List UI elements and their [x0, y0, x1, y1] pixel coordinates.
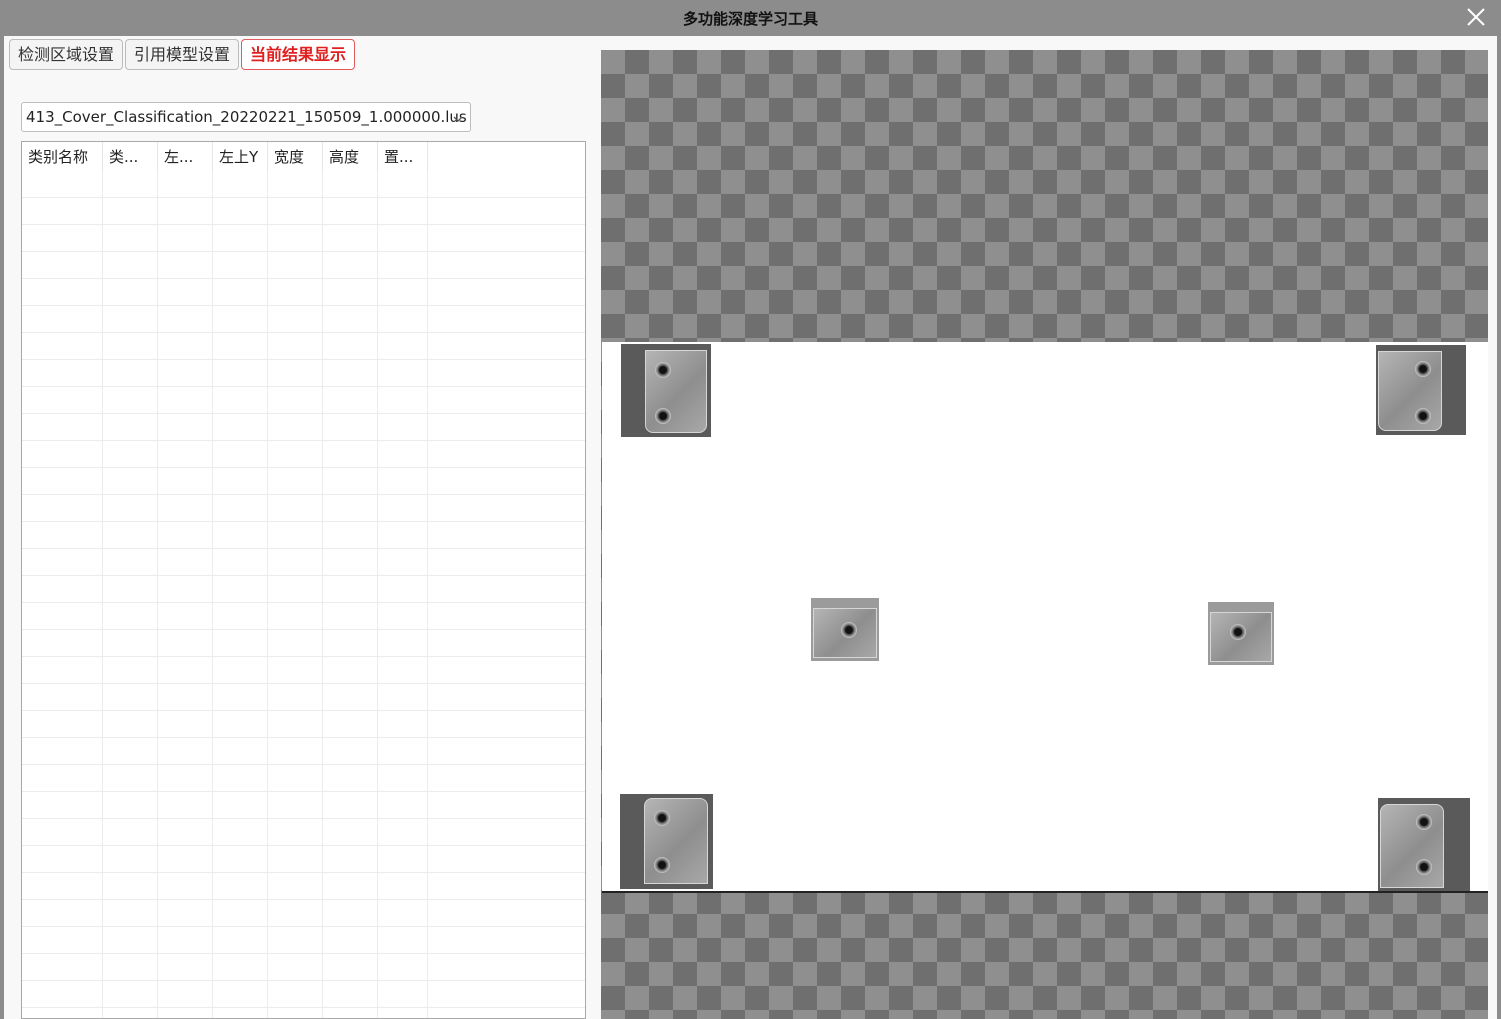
column-header-confidence[interactable]: 置...: [378, 142, 428, 173]
column-header-class-name[interactable]: 类别名称: [22, 142, 103, 173]
corner-plate-bottom-right: [1378, 798, 1470, 891]
inspection-image: [602, 342, 1488, 893]
model-file-select[interactable]: 413_Cover_Classification_20220221_150509…: [21, 102, 471, 132]
window-left-border: [0, 36, 4, 1019]
model-file-value: 413_Cover_Classification_20220221_150509…: [26, 108, 467, 126]
column-header-width[interactable]: 宽度: [268, 142, 323, 173]
window-right-border: [1497, 36, 1501, 1019]
title-bar: 多功能深度学习工具: [0, 0, 1501, 36]
tab-model-reference[interactable]: 引用模型设置: [125, 39, 240, 70]
tab-detection-area[interactable]: 检测区域设置: [9, 39, 124, 70]
column-header-top-y[interactable]: 左上Y: [213, 142, 268, 173]
result-table[interactable]: 类别名称 类... 左... 左上Y 宽度 高度 置...: [21, 141, 586, 1019]
close-icon[interactable]: [1465, 6, 1487, 28]
image-viewer[interactable]: [601, 50, 1488, 1019]
corner-plate-bottom-left: [620, 794, 713, 889]
corner-plate-top-left: [621, 344, 711, 437]
corner-plate-top-right: [1376, 345, 1466, 435]
column-header-class-id[interactable]: 类...: [103, 142, 158, 173]
column-header-left-x[interactable]: 左...: [158, 142, 213, 173]
tab-strip: 检测区域设置 引用模型设置 当前结果显示: [9, 39, 356, 70]
tab-current-result[interactable]: 当前结果显示: [241, 39, 356, 70]
chevron-down-icon: [452, 108, 464, 124]
center-plate-right: [1208, 602, 1274, 665]
column-header-height[interactable]: 高度: [323, 142, 378, 173]
table-body-empty-rows: [22, 173, 585, 1018]
window-title: 多功能深度学习工具: [682, 10, 818, 28]
center-plate-left: [811, 598, 879, 661]
table-header: 类别名称 类... 左... 左上Y 宽度 高度 置...: [22, 142, 585, 173]
